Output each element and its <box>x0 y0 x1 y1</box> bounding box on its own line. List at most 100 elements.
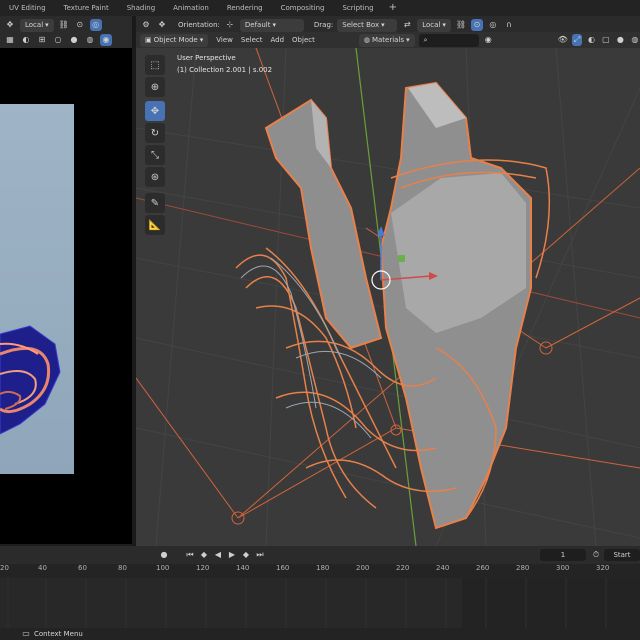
view-options-icon[interactable]: ▦ <box>4 34 16 46</box>
rotate-tool[interactable]: ↻ <box>145 123 165 143</box>
ruler-tick: 100 <box>156 564 170 572</box>
cursor-icon: ⊕ <box>150 81 160 93</box>
select-box-tool[interactable]: ⬚ <box>145 55 165 75</box>
orientation-icon: ⊹ <box>226 20 234 29</box>
play-icon[interactable]: ▶ <box>226 549 238 561</box>
scale-icon: ⤡ <box>151 149 159 161</box>
object-visibility-icon[interactable]: 👁 <box>557 34 568 46</box>
render-preview-graphic <box>0 325 61 435</box>
3d-viewport[interactable] <box>136 48 640 546</box>
tab-animation[interactable]: Animation <box>164 0 218 16</box>
pivot-icon[interactable]: ⇄ <box>401 19 413 31</box>
proportional-edit-icon[interactable]: ◎ <box>487 19 499 31</box>
overlay-icon[interactable]: ◐ <box>20 34 32 46</box>
chevron-down-icon: ▾ <box>45 20 49 29</box>
overlays-icon[interactable]: ◐ <box>586 34 596 46</box>
pivot-dropdown[interactable]: Local ▾ <box>417 18 451 32</box>
measure-tool[interactable]: 📐 <box>145 215 165 235</box>
prev-keyframe-icon[interactable]: ◆ <box>198 549 210 561</box>
drag-label: Drag: <box>313 21 334 29</box>
ruler-tick: 80 <box>118 564 127 572</box>
start-frame-field[interactable]: Start <box>604 549 640 561</box>
rotate-icon: ↻ <box>150 127 160 139</box>
annotate-icon: ✎ <box>150 197 160 209</box>
ruler-tick: 280 <box>516 564 530 572</box>
ruler-tick: 320 <box>596 564 610 572</box>
menu-select[interactable]: Select <box>241 36 263 44</box>
transform-space-dropdown[interactable]: Local ▾ <box>20 18 54 32</box>
tool-settings-icon[interactable]: ⚙ <box>140 19 152 31</box>
collection-label: (1) Collection 2.001 | s.002 <box>177 66 273 74</box>
snap-icon[interactable]: ⊙ <box>74 19 86 31</box>
tab-shading[interactable]: Shading <box>118 0 164 16</box>
current-frame-field[interactable]: 1 <box>540 549 586 561</box>
search-input[interactable]: ⌕ <box>418 33 479 47</box>
visibility-icon[interactable]: ◉ <box>483 34 493 46</box>
timeline-body[interactable] <box>0 578 640 628</box>
move-gizmo-icon[interactable]: ✥ <box>156 19 168 31</box>
transform-pivot-icon[interactable]: ✥ <box>4 19 16 31</box>
object-mode-icon: ▣ <box>145 35 152 44</box>
ruler-tick: 40 <box>38 564 47 572</box>
scale-tool[interactable]: ⤡ <box>145 145 165 165</box>
solid-shading-icon[interactable]: ● <box>68 34 80 46</box>
ruler-tick: 20 <box>0 564 9 572</box>
chevron-down-icon: ▾ <box>199 35 204 44</box>
drag-dropdown[interactable]: Select Box ▾ <box>337 18 398 32</box>
wireframe-shading-icon[interactable]: ○ <box>52 34 64 46</box>
chevron-down-icon: ▾ <box>442 20 446 29</box>
ruler-tick: 160 <box>276 564 290 572</box>
gizmo-icon[interactable]: ⤢ <box>571 34 583 46</box>
materials-label: Materials <box>371 35 405 44</box>
transform-space-label: Local <box>25 20 44 29</box>
render-preview-image <box>0 104 74 474</box>
ruler-tick: 220 <box>396 564 410 572</box>
perspective-label: User Perspective <box>177 54 236 62</box>
timeline-grid <box>7 578 607 628</box>
next-keyframe-icon[interactable]: ◆ <box>240 549 252 561</box>
status-bar: ▭ Context Menu <box>0 628 640 640</box>
tab-texture-paint[interactable]: Texture Paint <box>55 0 118 16</box>
rendered-shading-icon[interactable]: ◉ <box>100 34 112 46</box>
play-reverse-icon[interactable]: ◀ <box>212 549 224 561</box>
grid-icon[interactable]: ⊞ <box>36 34 48 46</box>
tab-compositing[interactable]: Compositing <box>272 0 334 16</box>
mode-dropdown[interactable]: ▣ Object Mode ▾ <box>140 33 209 47</box>
record-icon[interactable]: ● <box>158 549 170 561</box>
orientation-dropdown[interactable]: Default ▾ <box>239 18 304 32</box>
stopwatch-icon[interactable]: ⏱ <box>590 549 602 561</box>
tab-uv-editing[interactable]: UV Editing <box>0 0 55 16</box>
drag-value: Select Box <box>342 20 380 29</box>
jump-end-icon[interactable]: ⏭ <box>254 549 266 561</box>
solid-shading-icon[interactable]: ● <box>615 34 625 46</box>
tab-rendering[interactable]: Rendering <box>218 0 272 16</box>
material-shading-icon[interactable]: ◍ <box>84 34 96 46</box>
xy-plane-handle[interactable] <box>398 255 405 262</box>
menu-object[interactable]: Object <box>292 36 315 44</box>
xray-icon[interactable]: ▢ <box>601 34 611 46</box>
snap-icon[interactable]: ⊙ <box>470 19 483 31</box>
falloff-icon[interactable]: ∩ <box>503 19 515 31</box>
link-icon[interactable]: ⛓ <box>455 19 467 31</box>
chevron-down-icon: ▾ <box>406 35 410 44</box>
timeline-ruler[interactable]: 20 40 60 80 100 120 140 160 180 200 220 … <box>0 564 640 578</box>
cursor-tool[interactable]: ⊕ <box>145 77 165 97</box>
materials-dropdown[interactable]: ◍ Materials ▾ <box>358 33 415 47</box>
move-tool[interactable]: ✥ <box>145 101 165 121</box>
annotate-tool[interactable]: ✎ <box>145 193 165 213</box>
materials-icon: ◍ <box>363 35 370 44</box>
select-box-icon: ⬚ <box>150 59 160 71</box>
tab-scripting[interactable]: Scripting <box>333 0 382 16</box>
left-subheader: ▦ ◐ ⊞ ○ ● ◍ ◉ <box>0 32 132 48</box>
menu-add[interactable]: Add <box>270 36 284 44</box>
mouse-right-icon: ▭ <box>22 629 30 638</box>
menu-view[interactable]: View <box>216 36 233 44</box>
timeline-header: ● ⏮ ◆ ◀ ▶ ◆ ⏭ 1 ⏱ Start <box>0 546 640 564</box>
transform-tool[interactable]: ⊛ <box>145 167 165 187</box>
add-workspace-button[interactable]: + <box>383 0 403 16</box>
link-icon[interactable]: ⛓ <box>58 19 70 31</box>
proportional-edit-icon[interactable]: ◎ <box>89 19 102 31</box>
jump-start-icon[interactable]: ⏮ <box>184 549 196 561</box>
material-shading-icon[interactable]: ◍ <box>630 34 640 46</box>
viewport-menu-bar: ▣ Object Mode ▾ View Select Add Object ◍ Ma… <box>136 32 640 48</box>
